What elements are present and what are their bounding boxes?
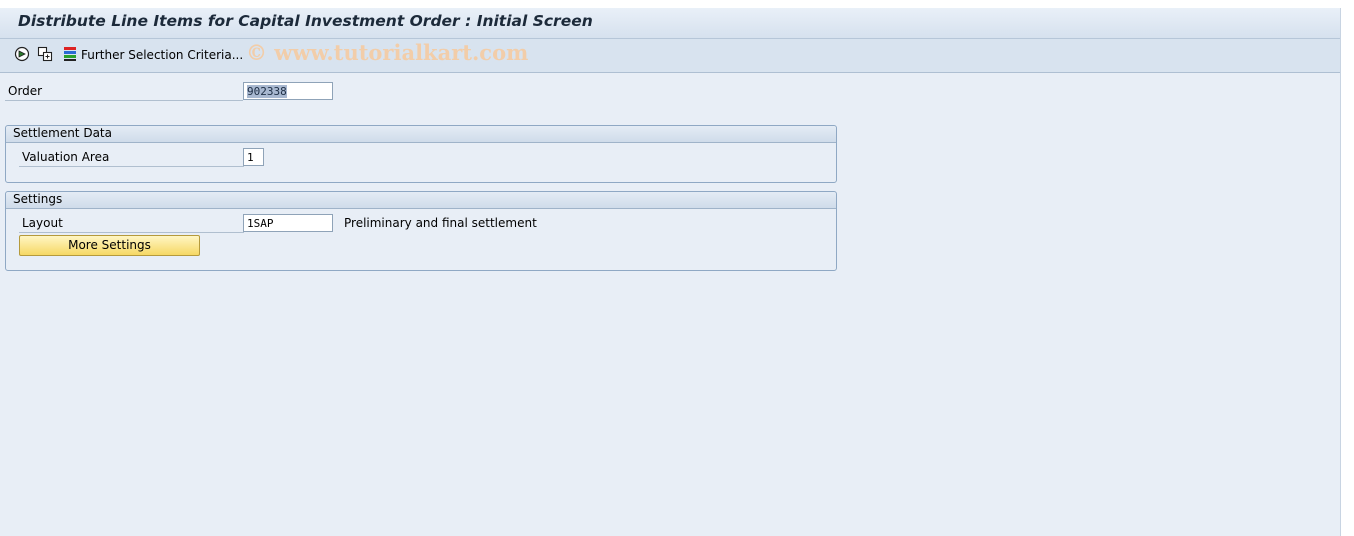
title-bar: Distribute Line Items for Capital Invest…	[0, 8, 1340, 39]
execute-icon[interactable]	[14, 46, 30, 62]
selection-criteria-icon[interactable]	[62, 46, 78, 62]
order-input[interactable]: 902338	[243, 82, 333, 100]
further-selection-criteria-button[interactable]: Further Selection Criteria...	[81, 48, 243, 62]
multiple-selection-icon[interactable]	[37, 46, 53, 62]
settings-group: Settings Layout 1SAP Preliminary and fin…	[5, 191, 837, 271]
right-margin	[1341, 8, 1354, 536]
settlement-data-title: Settlement Data	[13, 126, 112, 140]
layout-description: Preliminary and final settlement	[344, 216, 537, 230]
valuation-area-underline	[19, 166, 244, 167]
layout-underline	[19, 232, 244, 233]
valuation-area-input[interactable]: 1	[243, 148, 264, 166]
layout-label: Layout	[22, 216, 63, 230]
settlement-data-group: Settlement Data Valuation Area 1	[5, 125, 837, 183]
page-title: Distribute Line Items for Capital Invest…	[18, 12, 593, 30]
settings-header: Settings	[6, 192, 836, 209]
application-toolbar: Further Selection Criteria... © www.tuto…	[0, 39, 1340, 73]
sap-screen: Distribute Line Items for Capital Invest…	[0, 8, 1341, 536]
watermark: © www.tutorialkart.com	[246, 40, 529, 65]
order-label: Order	[8, 84, 43, 98]
order-value: 902338	[247, 85, 287, 98]
valuation-area-label: Valuation Area	[22, 150, 110, 164]
layout-input[interactable]: 1SAP	[243, 214, 333, 232]
order-label-underline	[5, 100, 243, 101]
more-settings-button[interactable]: More Settings	[19, 235, 200, 256]
settlement-data-header: Settlement Data	[6, 126, 836, 143]
settings-title: Settings	[13, 192, 63, 206]
